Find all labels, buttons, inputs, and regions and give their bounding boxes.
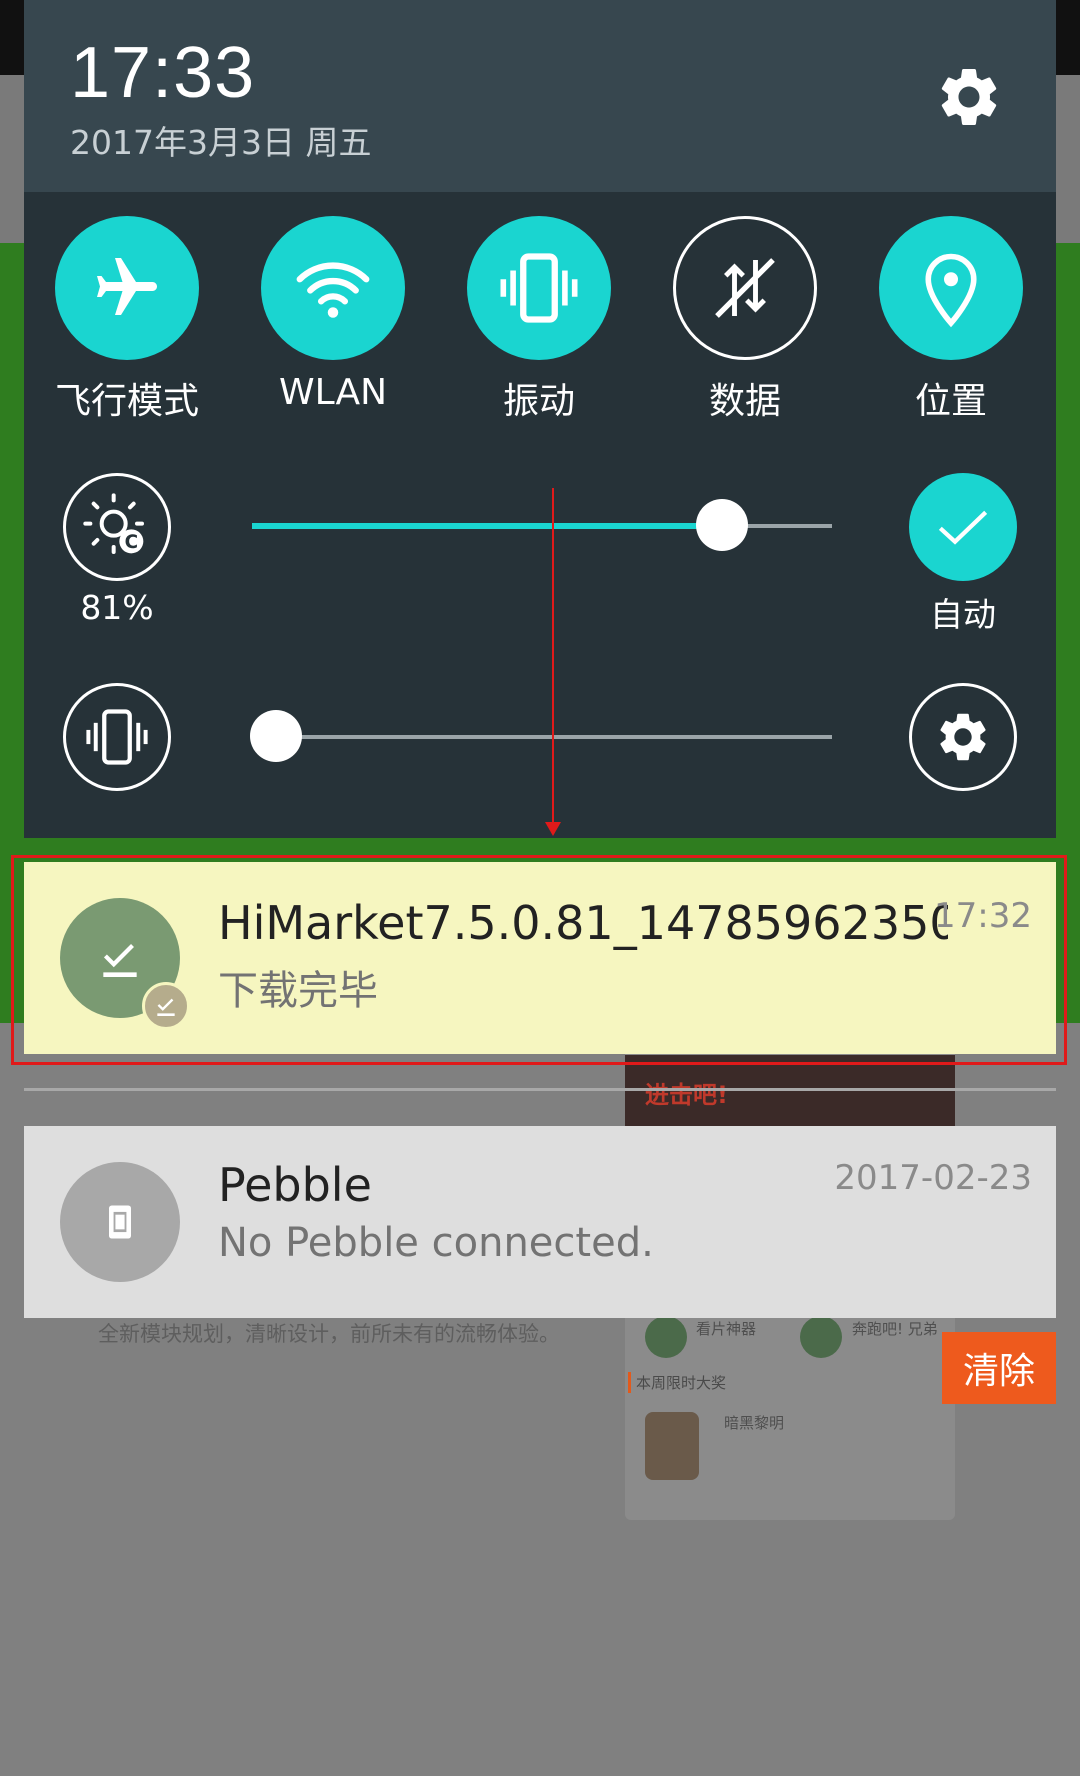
background-description: 全新模块规划，清晰设计，前所未有的流畅体验。	[98, 1322, 560, 1346]
annotation-arrow-head	[545, 822, 561, 836]
background-game-name: 暗黑黎明	[724, 1414, 785, 1432]
tile-location[interactable]: 位置	[879, 216, 1023, 424]
background-app2-name: 奔跑吧! 兄弟	[852, 1320, 938, 1338]
tile-vibrate-label: 振动	[502, 381, 575, 422]
notification-title: Pebble	[218, 1158, 372, 1212]
tile-airplane-mode[interactable]: 飞行模式	[55, 216, 199, 424]
auto-brightness-label: 自动	[930, 595, 996, 634]
tile-airplane-mode-label: 飞行模式	[55, 381, 200, 422]
tile-location-label: 位置	[914, 381, 987, 422]
background-section-title: 本周限时大奖	[628, 1372, 726, 1393]
notification-divider	[24, 1088, 1056, 1091]
background-banner-text: 进击吧!	[645, 1081, 728, 1109]
tile-vibrate-circle[interactable]	[467, 216, 611, 360]
date[interactable]: 2017年3月3日 周五	[70, 116, 371, 164]
vibrate-icon	[86, 709, 148, 765]
wifi-icon	[296, 262, 370, 318]
tile-airplane-mode-circle[interactable]	[55, 216, 199, 360]
tile-mobile-data-label: 数据	[708, 381, 781, 422]
notification-app-icon	[60, 1162, 180, 1282]
tile-location-circle[interactable]	[879, 216, 1023, 360]
settings-button[interactable]	[934, 62, 1004, 132]
clear-all-button[interactable]: 清除	[942, 1332, 1056, 1404]
watch-icon	[109, 1205, 131, 1239]
gear-icon	[941, 69, 997, 125]
tile-wlan-label: WLAN	[278, 372, 388, 413]
annotation-arrow	[552, 488, 554, 826]
highlight-box	[11, 855, 1067, 1065]
background-app-icon	[800, 1316, 842, 1358]
mobile-data-off-icon	[715, 258, 775, 318]
background-game-icon	[645, 1412, 699, 1480]
background-app1-name: 看片神器	[696, 1320, 757, 1338]
notification-shade: 17:33 2017年3月3日 周五 飞行模式 WLAN 振动 数据 位置 C …	[24, 0, 1056, 838]
notification-text: No Pebble connected.	[218, 1220, 654, 1266]
tile-mobile-data[interactable]: 数据	[673, 216, 817, 424]
background-app-icon	[645, 1316, 687, 1358]
shade-header: 17:33 2017年3月3日 周五	[24, 0, 1056, 192]
location-icon	[925, 253, 977, 328]
tile-mobile-data-circle[interactable]	[673, 216, 817, 360]
notification-pebble[interactable]: Pebble No Pebble connected. 2017-02-23	[24, 1126, 1056, 1318]
brightness-mode-button[interactable]: C	[63, 473, 171, 581]
gear-icon	[940, 713, 986, 761]
brightness-icon: C	[83, 493, 144, 554]
auto-brightness-button[interactable]	[909, 473, 1017, 581]
svg-text:C: C	[125, 532, 138, 553]
volume-slider-thumb[interactable]	[250, 710, 302, 762]
vibrate-icon	[500, 253, 578, 323]
brightness-percent: 81%	[80, 588, 154, 627]
tile-wlan-circle[interactable]	[261, 216, 405, 360]
brightness-slider-thumb[interactable]	[695, 499, 748, 551]
volume-settings-button[interactable]	[909, 683, 1017, 791]
ringer-mode-button[interactable]	[63, 683, 171, 791]
airplane-icon	[97, 258, 157, 315]
tile-wlan[interactable]: WLAN	[261, 216, 405, 413]
volume-slider-track[interactable]	[252, 735, 832, 739]
tile-vibrate[interactable]: 振动	[467, 216, 611, 424]
checkmark-icon	[938, 510, 988, 545]
background-preview-banner: 进击吧!	[625, 1055, 955, 1130]
brightness-slider-fill	[252, 523, 722, 529]
notification-time: 2017-02-23	[834, 1158, 1032, 1198]
clock: 17:33	[70, 33, 256, 113]
